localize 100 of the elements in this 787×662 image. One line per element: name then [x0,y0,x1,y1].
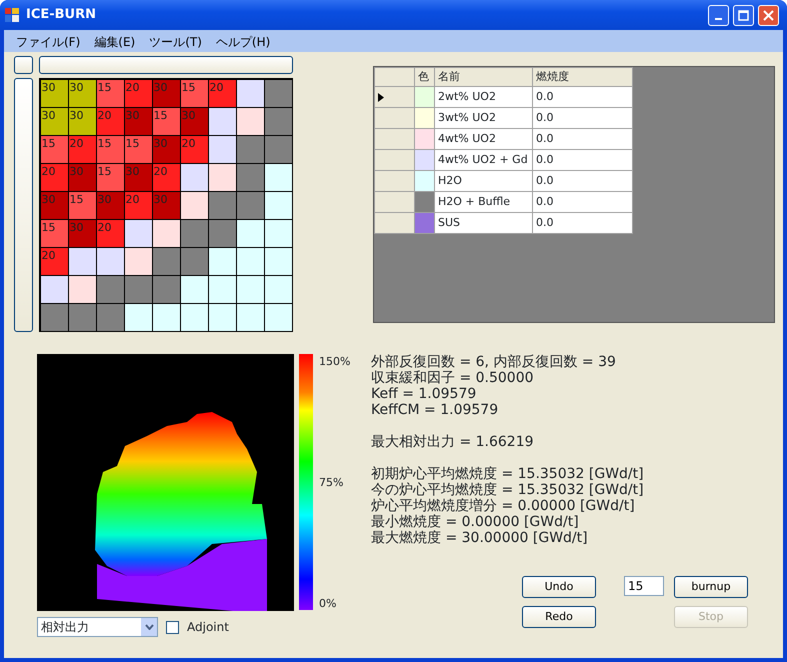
result-line: 今の炉心平均燃焼度 = 15.35032 [GWd/t] [371,482,645,498]
result-line: KeffCM = 1.09579 [371,402,500,418]
table-cell: 4wt% UO2 [434,128,532,150]
grid-cell[interactable] [208,302,236,332]
grid-cell[interactable] [236,274,264,304]
grid-cell[interactable] [180,274,208,304]
grid-cell[interactable] [208,106,236,136]
grid-cell[interactable]: 20 [96,106,124,136]
grid-cell[interactable]: 30 [68,78,96,108]
result-line: 最大相対出力 = 1.66219 [371,434,535,450]
grid-cell[interactable] [124,274,152,304]
maximize-icon [738,10,749,20]
grid-cell[interactable] [124,218,152,248]
grid-cell[interactable]: 20 [208,78,236,108]
grid-cell[interactable] [264,302,292,332]
grid-cell[interactable]: 20 [68,134,96,164]
grid-cell[interactable] [208,218,236,248]
grid-cell[interactable] [124,302,152,332]
grid-cell[interactable] [264,162,292,192]
grid-cell[interactable]: 20 [124,190,152,220]
grid-cell[interactable] [208,246,236,276]
small-button[interactable] [14,56,33,74]
grid-cell[interactable] [180,162,208,192]
grid-cell[interactable] [180,302,208,332]
grid-cell[interactable] [152,302,180,332]
grid-cell[interactable] [236,106,264,136]
grid-cell[interactable] [208,190,236,220]
redo-button[interactable]: Redo [522,606,596,628]
result-line: 最小燃焼度 = 0.00000 [GWd/t] [371,514,580,530]
scale-label: 75% [319,474,344,491]
grid-cell[interactable]: 30 [40,78,68,108]
grid-cell[interactable] [152,218,180,248]
grid-cell[interactable] [236,302,264,332]
grid-cell[interactable] [264,78,292,108]
step-input[interactable]: 15 [624,576,664,596]
grid-cell[interactable] [236,218,264,248]
grid-cell[interactable]: 15 [96,162,124,192]
minimize-button[interactable] [708,4,729,26]
grid-cell[interactable] [96,246,124,276]
burnup-button[interactable]: burnup [674,576,748,598]
grid-cell[interactable] [264,274,292,304]
grid-cell[interactable] [236,162,264,192]
close-icon [763,10,774,20]
grid-cell[interactable] [152,246,180,276]
menu-item[interactable]: ツール(T) [149,33,202,52]
menu-item[interactable]: 編集(E) [94,33,136,52]
table-cell: 0.0 [532,86,632,108]
grid-cell[interactable] [264,134,292,164]
grid-cell[interactable] [264,190,292,220]
menu-item[interactable]: ファイル(F) [16,33,80,52]
view-select[interactable]: 相対出力 [37,617,158,637]
grid-cell[interactable] [180,190,208,220]
grid-cell[interactable]: 15 [96,78,124,108]
grid-cell[interactable] [236,78,264,108]
adjoint-checkbox[interactable] [166,620,179,634]
grid-cell[interactable] [68,246,96,276]
grid-cell[interactable] [96,274,124,304]
grid-cell[interactable] [236,246,264,276]
grid-cell[interactable] [208,134,236,164]
wide-button[interactable] [39,56,293,74]
grid-cell[interactable] [96,302,124,332]
tall-button[interactable] [14,78,33,332]
grid-cell[interactable] [40,274,68,304]
grid-cell[interactable]: 20 [40,162,68,192]
grid-cell[interactable] [236,134,264,164]
grid-cell[interactable] [208,274,236,304]
grid-cell[interactable] [180,218,208,248]
table-cell: H2O + Buffle [434,192,532,212]
menu-item[interactable]: ヘルプ(H) [216,33,270,52]
grid-cell[interactable]: 15 [180,78,208,108]
maximize-button[interactable] [733,4,754,26]
grid-cell[interactable]: 20 [152,162,180,192]
grid-cell[interactable]: 15 [96,134,124,164]
undo-button[interactable]: Undo [522,576,596,598]
grid-cell[interactable] [180,246,208,276]
grid-cell[interactable]: 15 [40,218,68,248]
grid-cell[interactable] [124,246,152,276]
grid-cell[interactable]: 15 [68,190,96,220]
result-line: Keff = 1.09579 [371,386,478,402]
grid-cell[interactable] [40,302,68,332]
grid-cell[interactable]: 30 [40,106,68,136]
grid-cell[interactable]: 15 [124,134,152,164]
grid-cell[interactable]: 20 [124,78,152,108]
grid-cell[interactable]: 15 [152,106,180,136]
grid-cell[interactable] [264,218,292,248]
grid-cell[interactable] [68,302,96,332]
grid-cell[interactable]: 30 [68,106,96,136]
grid-cell[interactable]: 20 [180,134,208,164]
grid-cell[interactable] [264,106,292,136]
grid-cell[interactable]: 15 [40,134,68,164]
grid-cell[interactable] [68,274,96,304]
grid-cell[interactable] [264,246,292,276]
close-button[interactable] [758,4,779,26]
grid-cell[interactable] [208,162,236,192]
grid-cell[interactable] [236,190,264,220]
row-header[interactable] [374,86,414,108]
grid-cell[interactable]: 20 [96,218,124,248]
minimize-icon [715,18,722,20]
grid-cell[interactable] [152,274,180,304]
grid-cell[interactable]: 20 [40,246,68,276]
